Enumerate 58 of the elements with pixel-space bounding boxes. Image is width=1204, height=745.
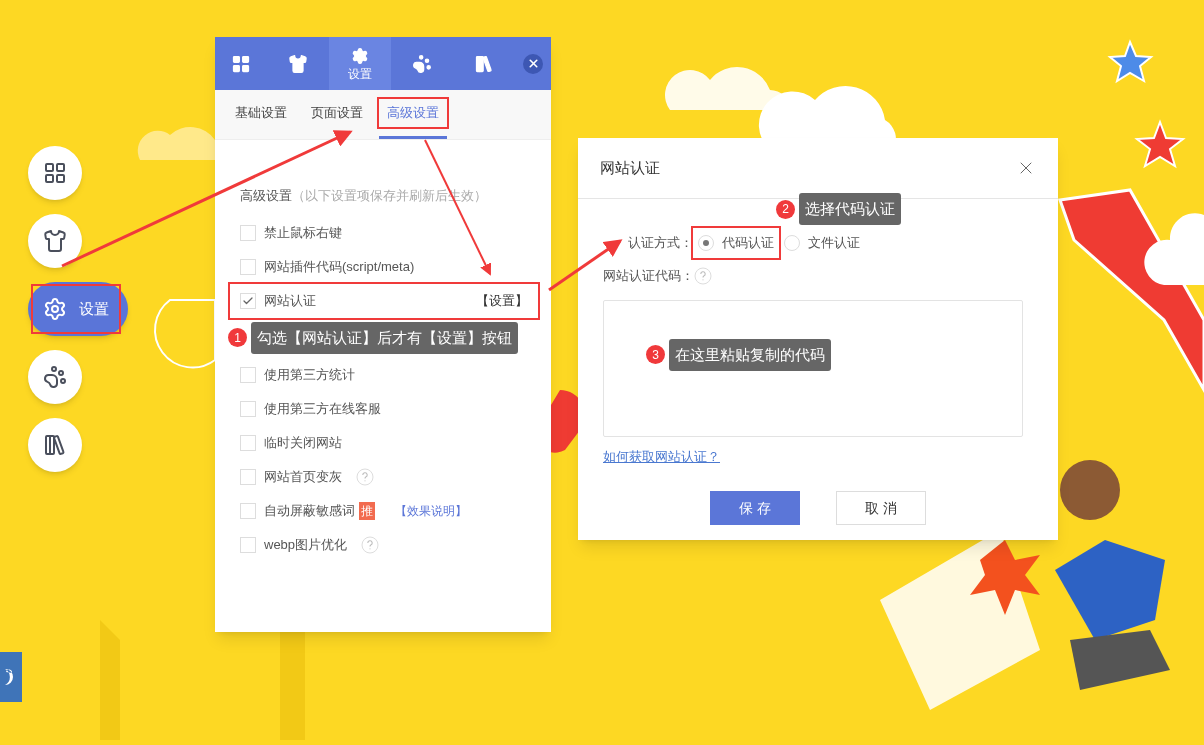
subtab[interactable]: 页面设置: [303, 90, 371, 139]
close-icon: [526, 57, 540, 70]
shirt-icon: [288, 53, 308, 74]
dialog-title: 网站认证: [600, 157, 660, 178]
field-label: 网站认证代码：: [603, 267, 694, 285]
option-label: 网站认证: [264, 291, 316, 310]
step-number: 3: [646, 345, 665, 364]
option-label: 使用第三方在线客服: [264, 399, 381, 418]
step-number: 2: [776, 199, 795, 219]
option-label: 禁止鼠标右键: [264, 223, 342, 242]
option-label: 网站插件代码(script/meta): [264, 257, 415, 276]
paw-icon: [412, 53, 432, 74]
checkbox[interactable]: [240, 292, 256, 309]
radio-label: 文件认证: [808, 234, 860, 253]
settings-link[interactable]: 【设置】: [476, 290, 528, 311]
code-textarea[interactable]: 3 在这里粘贴复制的代码: [603, 299, 1023, 437]
option-label: webp图片优化: [264, 535, 348, 554]
cancel-button[interactable]: 取 消: [836, 491, 926, 525]
option-label: 临时关闭网站: [264, 433, 342, 452]
nav-label: 设置: [79, 298, 109, 319]
tooltip: 在这里粘贴复制的代码: [669, 338, 831, 371]
paw-icon: [43, 365, 67, 389]
checkbox[interactable]: [240, 536, 256, 553]
floating-tab[interactable]: [0, 652, 22, 702]
close-button[interactable]: [523, 53, 543, 74]
section-title: 高级设置: [240, 187, 292, 205]
settings-icon: [43, 297, 67, 321]
checkbox[interactable]: [240, 224, 256, 241]
option-label: 自动屏蔽敏感词: [264, 501, 355, 520]
grid-icon: [43, 161, 67, 185]
subtab[interactable]: 高级设置: [379, 90, 447, 139]
recommend-badge: 推: [359, 501, 375, 520]
help-link[interactable]: 【效果说明】: [395, 501, 467, 520]
subtab[interactable]: 基础设置: [227, 90, 295, 139]
option-label: 使用第三方统计: [264, 365, 355, 384]
checkbox[interactable]: [240, 366, 256, 383]
settings-icon: [351, 46, 369, 65]
help-link[interactable]: 如何获取网站认证？: [603, 446, 720, 466]
checkbox[interactable]: [240, 434, 256, 451]
option-label: 网站首页变灰: [264, 467, 342, 486]
books-icon: [43, 433, 67, 457]
tooltip: 选择代码认证: [799, 193, 901, 225]
save-button[interactable]: 保 存: [710, 491, 800, 525]
books-icon: [474, 53, 494, 74]
checkbox[interactable]: [240, 502, 256, 519]
radio-label: 代码认证: [722, 234, 774, 253]
side-nav-item[interactable]: 设置: [28, 282, 128, 336]
checkbox[interactable]: [240, 468, 256, 485]
panel-tab[interactable]: 设置: [329, 37, 391, 90]
checkbox[interactable]: [240, 400, 256, 417]
field-label: 认证方式：: [628, 234, 693, 253]
step-number: 1: [228, 328, 247, 347]
radio-option[interactable]: 文件认证: [779, 228, 865, 258]
checkbox[interactable]: [240, 258, 256, 275]
tooltip: 勾选【网站认证】后才有【设置】按钮: [251, 321, 518, 354]
shirt-icon: [43, 229, 67, 253]
grid-icon: [231, 53, 251, 74]
radio-option[interactable]: 代码认证: [693, 228, 779, 258]
